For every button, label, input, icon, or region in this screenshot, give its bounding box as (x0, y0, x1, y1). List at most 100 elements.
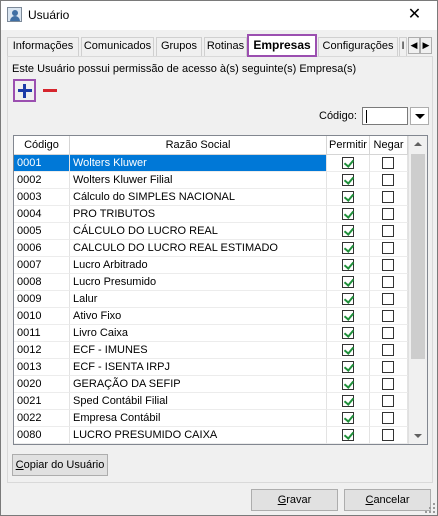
permitir-checkbox[interactable] (342, 225, 354, 237)
negar-checkbox[interactable] (382, 361, 394, 373)
cell-razao-social[interactable]: Lucro Arbitrado (70, 257, 327, 274)
table-row[interactable]: 0004 PRO TRIBUTOS (14, 206, 408, 223)
table-row[interactable]: 0013 ECF - ISENTA IRPJ (14, 359, 408, 376)
copy-user-button[interactable]: Copiar do Usuário (12, 454, 108, 476)
permitir-checkbox[interactable] (342, 174, 354, 186)
negar-checkbox[interactable] (382, 412, 394, 424)
negar-checkbox[interactable] (382, 378, 394, 390)
cell-codigo[interactable]: 0020 (14, 376, 70, 393)
table-row[interactable]: 0003 Cálculo do SIMPLES NACIONAL (14, 189, 408, 206)
tab-informacoes[interactable]: Informações (7, 37, 79, 56)
permitir-checkbox[interactable] (342, 157, 354, 169)
save-button[interactable]: Gravar (251, 489, 338, 511)
header-codigo[interactable]: Código (14, 136, 70, 155)
cell-razao-social[interactable]: CALCULO DO LUCRO REAL ESTIMADO (70, 240, 327, 257)
permitir-checkbox[interactable] (342, 259, 354, 271)
negar-checkbox[interactable] (382, 395, 394, 407)
vertical-scrollbar[interactable] (408, 136, 427, 444)
table-row[interactable]: 0022 Empresa Contábil (14, 410, 408, 427)
cell-razao-social[interactable]: ECF - IMUNES (70, 342, 327, 359)
cell-razao-social[interactable]: Lucro Presumido (70, 274, 327, 291)
cell-codigo[interactable]: 0022 (14, 410, 70, 427)
permitir-checkbox[interactable] (342, 276, 354, 288)
tab-rotinas[interactable]: Rotinas (204, 37, 247, 56)
cell-razao-social[interactable]: Empresa Contábil (70, 410, 327, 427)
scroll-thumb[interactable] (411, 154, 425, 359)
tab-scroll-right-button[interactable]: ▶ (420, 37, 432, 54)
negar-checkbox[interactable] (382, 276, 394, 288)
cell-codigo[interactable]: 0011 (14, 325, 70, 342)
negar-checkbox[interactable] (382, 225, 394, 237)
permitir-checkbox[interactable] (342, 412, 354, 424)
permitir-checkbox[interactable] (342, 429, 354, 441)
tab-empresas[interactable]: Empresas (247, 34, 317, 57)
cell-codigo[interactable]: 0008 (14, 274, 70, 291)
cell-razao-social[interactable]: Wolters Kluwer Filial (70, 172, 327, 189)
tab-truncated[interactable]: I (399, 37, 407, 56)
remove-company-button[interactable] (40, 79, 60, 102)
permitir-checkbox[interactable] (342, 310, 354, 322)
table-row[interactable]: 0080 LUCRO PRESUMIDO CAIXA (14, 427, 408, 444)
permitir-checkbox[interactable] (342, 361, 354, 373)
negar-checkbox[interactable] (382, 429, 394, 441)
tab-grupos[interactable]: Grupos (156, 37, 202, 56)
table-row[interactable]: 0008 Lucro Presumido (14, 274, 408, 291)
negar-checkbox[interactable] (382, 174, 394, 186)
cell-codigo[interactable]: 0010 (14, 308, 70, 325)
cell-razao-social[interactable]: Wolters Kluwer (70, 155, 327, 172)
header-permitir[interactable]: Permitir (327, 136, 370, 155)
cell-razao-social[interactable]: LUCRO PRESUMIDO CAIXA (70, 427, 327, 444)
cell-codigo[interactable]: 0005 (14, 223, 70, 240)
permitir-checkbox[interactable] (342, 344, 354, 356)
resize-grip-icon[interactable] (425, 503, 435, 513)
cell-codigo[interactable]: 0003 (14, 189, 70, 206)
cell-codigo[interactable]: 0080 (14, 427, 70, 444)
codigo-dropdown-button[interactable] (410, 107, 429, 125)
permitir-checkbox[interactable] (342, 242, 354, 254)
cell-razao-social[interactable]: ECF - ISENTA IRPJ (70, 359, 327, 376)
tab-scroll-left-button[interactable]: ◀ (408, 37, 420, 54)
table-row[interactable]: 0009 Lalur (14, 291, 408, 308)
cell-razao-social[interactable]: PRO TRIBUTOS (70, 206, 327, 223)
table-row[interactable]: 0010 Ativo Fixo (14, 308, 408, 325)
table-row[interactable]: 0012 ECF - IMUNES (14, 342, 408, 359)
table-row[interactable]: 0021 Sped Contábil Filial (14, 393, 408, 410)
table-row[interactable]: 0007 Lucro Arbitrado (14, 257, 408, 274)
negar-checkbox[interactable] (382, 327, 394, 339)
negar-checkbox[interactable] (382, 191, 394, 203)
cell-razao-social[interactable]: Ativo Fixo (70, 308, 327, 325)
table-row[interactable]: 0005 CÁLCULO DO LUCRO REAL (14, 223, 408, 240)
negar-checkbox[interactable] (382, 242, 394, 254)
tab-comunicados[interactable]: Comunicados (81, 37, 154, 56)
table-row[interactable]: 0020 GERAÇÃO DA SEFIP (14, 376, 408, 393)
permitir-checkbox[interactable] (342, 293, 354, 305)
negar-checkbox[interactable] (382, 208, 394, 220)
cell-razao-social[interactable]: GERAÇÃO DA SEFIP (70, 376, 327, 393)
cell-razao-social[interactable]: Lalur (70, 291, 327, 308)
scroll-down-icon[interactable] (414, 434, 422, 438)
negar-checkbox[interactable] (382, 293, 394, 305)
tab-configuracoes[interactable]: Configurações (318, 37, 398, 56)
table-row[interactable]: 0011 Livro Caixa (14, 325, 408, 342)
add-company-button[interactable] (13, 79, 36, 102)
table-row[interactable]: 0001 Wolters Kluwer (14, 155, 408, 172)
close-button[interactable]: ✕ (392, 1, 437, 30)
cell-razao-social[interactable]: Cálculo do SIMPLES NACIONAL (70, 189, 327, 206)
cancel-button[interactable]: Cancelar (344, 489, 431, 511)
negar-checkbox[interactable] (382, 344, 394, 356)
header-razao-social[interactable]: Razão Social (70, 136, 327, 155)
table-row[interactable]: 0006 CALCULO DO LUCRO REAL ESTIMADO (14, 240, 408, 257)
cell-codigo[interactable]: 0002 (14, 172, 70, 189)
cell-codigo[interactable]: 0009 (14, 291, 70, 308)
cell-codigo[interactable]: 0012 (14, 342, 70, 359)
permitir-checkbox[interactable] (342, 191, 354, 203)
cell-codigo[interactable]: 0013 (14, 359, 70, 376)
permitir-checkbox[interactable] (342, 395, 354, 407)
cell-razao-social[interactable]: CÁLCULO DO LUCRO REAL (70, 223, 327, 240)
negar-checkbox[interactable] (382, 157, 394, 169)
permitir-checkbox[interactable] (342, 208, 354, 220)
negar-checkbox[interactable] (382, 310, 394, 322)
codigo-input[interactable] (362, 107, 408, 125)
negar-checkbox[interactable] (382, 259, 394, 271)
cell-codigo[interactable]: 0007 (14, 257, 70, 274)
